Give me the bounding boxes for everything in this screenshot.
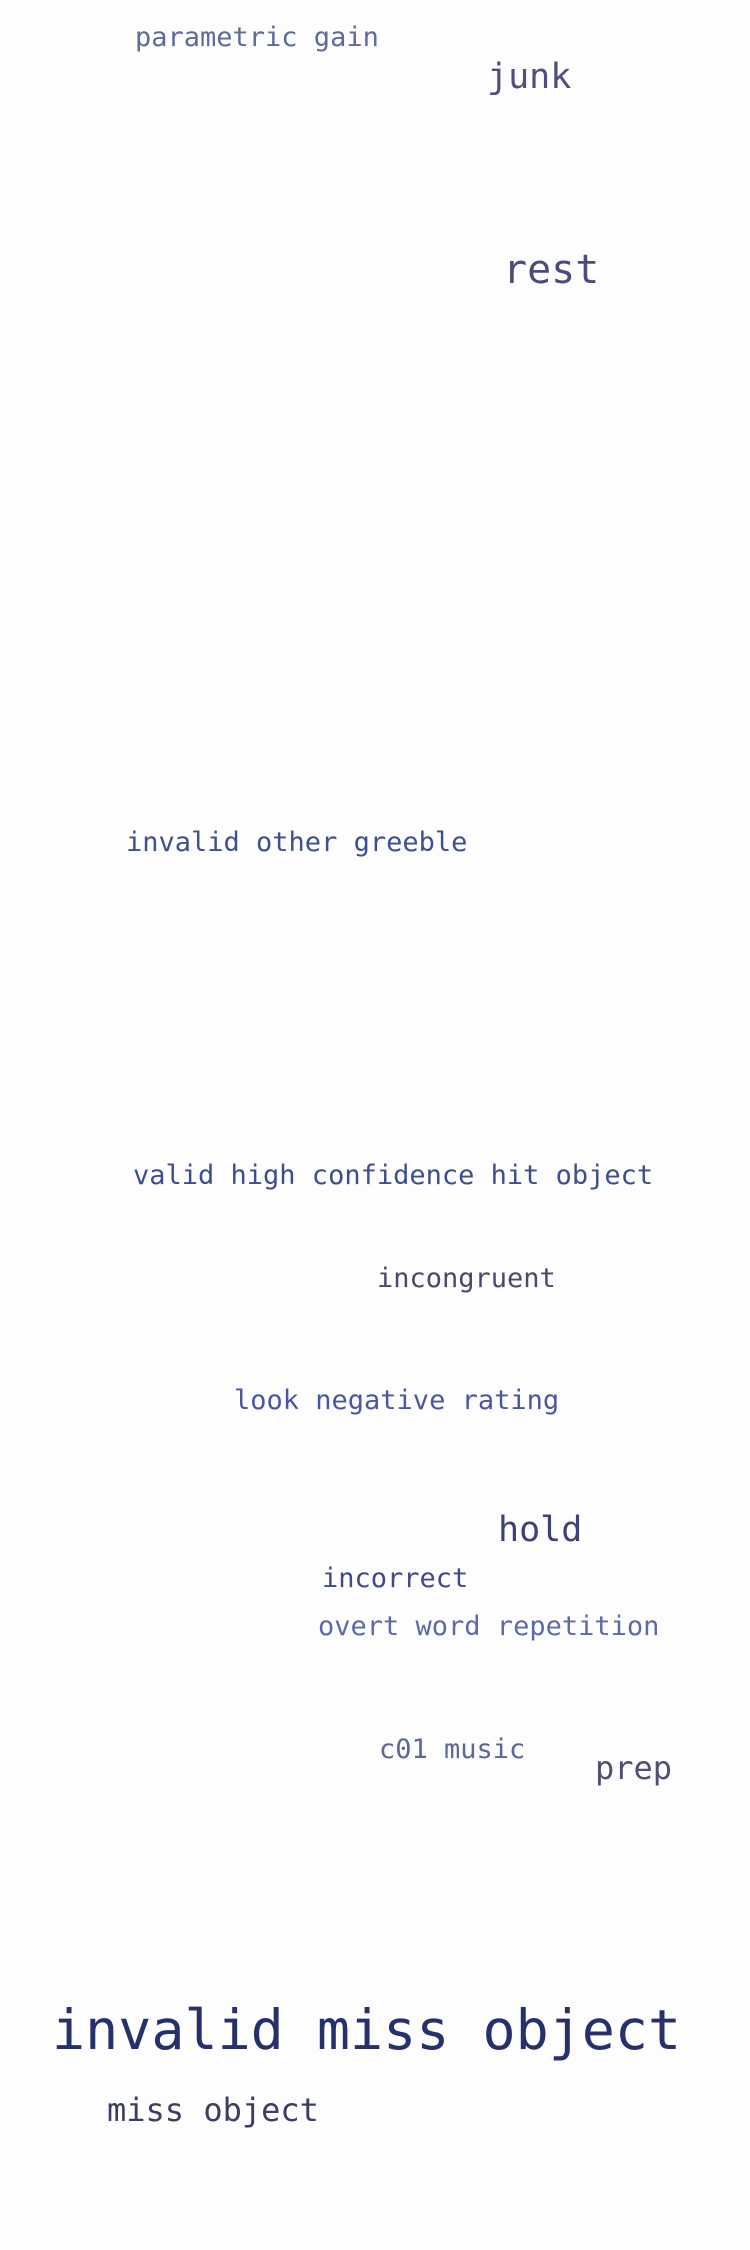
- word-look-negative-rating: look negative rating: [234, 1385, 560, 1416]
- word-invalid-other-greeble: invalid other greeble: [126, 827, 468, 858]
- word-overt-word-repetition: overt word repetition: [318, 1611, 660, 1642]
- word-incongruent: incongruent: [377, 1263, 556, 1294]
- word-cloud: parametric gain junk rest invalid other …: [0, 0, 750, 2250]
- word-incorrect: incorrect: [322, 1563, 469, 1594]
- word-junk: junk: [487, 57, 572, 97]
- word-valid-high-confidence-hit-object: valid high confidence hit object: [133, 1160, 654, 1191]
- word-parametric-gain: parametric gain: [135, 22, 379, 53]
- word-prep: prep: [595, 1749, 673, 1787]
- word-miss-object: miss object: [107, 2091, 319, 2129]
- word-rest: rest: [503, 247, 600, 293]
- word-invalid-miss-object: invalid miss object: [52, 1998, 682, 2062]
- word-c01-music: c01 music: [379, 1734, 526, 1765]
- word-hold: hold: [498, 1510, 583, 1550]
